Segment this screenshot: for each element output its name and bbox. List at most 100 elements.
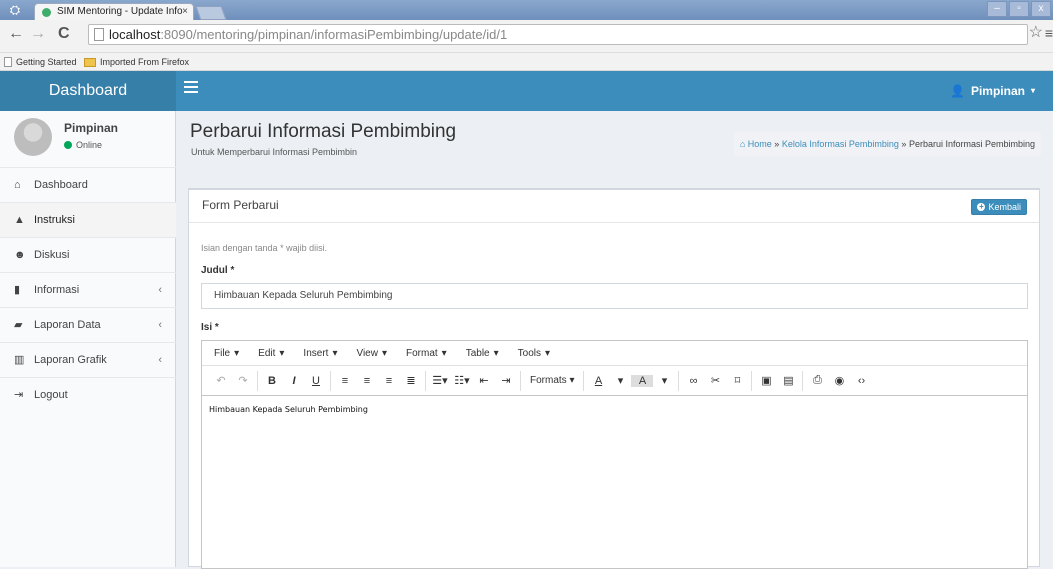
logo[interactable]: Dashboard (0, 71, 176, 111)
sidebar-item-instruksi[interactable]: ▲ Instruksi (0, 202, 176, 237)
sidebar-item-logout[interactable]: ⇥ Logout (0, 377, 176, 412)
caret-down-icon[interactable]: ▾ (609, 374, 631, 387)
online-status-icon (64, 141, 72, 149)
editor-menu-label: Tools (517, 347, 541, 359)
required-note: Isian dengan tanda * wajib diisi. (201, 243, 328, 253)
forward-arrow-icon[interactable]: → (30, 25, 46, 43)
print-icon[interactable]: ⎙ (806, 374, 828, 387)
outdent-icon[interactable]: ⇤ (473, 374, 495, 387)
sidebar-item-dashboard[interactable]: ⌂ Dashboard (0, 167, 176, 202)
browser-menu-icon[interactable]: ≡ (1045, 25, 1053, 41)
formats-dropdown[interactable]: Formats ▾ (524, 375, 580, 386)
top-navbar: 👤 Pimpinan ▾ (176, 71, 1053, 111)
status-label: Online (76, 140, 103, 150)
close-window-icon[interactable]: x (1031, 1, 1051, 17)
editor-menu-tools[interactable]: Tools ▾ (518, 348, 550, 359)
source-code-icon[interactable]: ‹› (850, 375, 872, 387)
caret-down-icon: ▾ (493, 347, 499, 359)
caret-down-icon[interactable]: ▾ (653, 374, 675, 387)
bookmark-icon[interactable]: ⌑ (726, 374, 748, 387)
reload-icon[interactable]: C (58, 25, 70, 43)
app-header: Dashboard 👤 Pimpinan ▾ (0, 71, 1053, 111)
sign-out-icon: ⇥ (14, 389, 24, 401)
preview-icon[interactable]: ◉ (828, 374, 850, 387)
sidebar-item-label: Dashboard (34, 179, 88, 191)
new-tab-button[interactable] (195, 6, 227, 20)
window-controls: – ▫ x (987, 1, 1051, 17)
toolbar-divider (802, 370, 804, 391)
align-center-icon[interactable]: ≡ (356, 375, 378, 387)
browser-titlebar: ⛭ SIM Mentoring - Update Info × – ▫ x (0, 0, 1053, 20)
media-icon[interactable]: ▤ (777, 374, 799, 387)
home-icon: ⌂ (14, 179, 21, 191)
sidebar-menu: ⌂ Dashboard ▲ Instruksi ☻ Diskusi ▮ Info… (0, 167, 176, 412)
align-right-icon[interactable]: ≡ (378, 375, 400, 387)
editor-menu-view[interactable]: View ▾ (356, 348, 387, 359)
editor-menu-format[interactable]: Format ▾ (406, 348, 447, 359)
user-menu-label: Pimpinan (970, 84, 1025, 98)
italic-icon[interactable]: I (283, 375, 305, 387)
caret-down-icon: ▾ (441, 347, 447, 359)
unlink-icon[interactable]: ✂ (704, 374, 726, 387)
sidebar-item-diskusi[interactable]: ☻ Diskusi (0, 237, 176, 272)
toolbar-divider (425, 370, 426, 391)
avatar (14, 118, 52, 156)
toolbar-divider (583, 370, 585, 391)
judul-input[interactable]: Himbauan Kepada Seluruh Pembimbing (201, 283, 1028, 309)
bullet-list-icon[interactable]: ☰▾ (429, 374, 451, 387)
bookmark-getting-started[interactable]: Getting Started (4, 53, 77, 71)
undo-icon[interactable]: ↶ (210, 374, 232, 387)
toolbar-divider (520, 370, 521, 391)
breadcrumb-home[interactable]: ⌂ Home (740, 139, 772, 149)
sidebar-item-laporan-data[interactable]: ▰ Laporan Data ‹ (0, 307, 176, 342)
text-color-icon[interactable]: A (587, 375, 609, 387)
align-justify-icon[interactable]: ≣ (400, 374, 422, 387)
numbered-list-icon[interactable]: ☷▾ (451, 374, 473, 387)
form-box: Form Perbarui + Kembali Isian dengan tan… (188, 188, 1040, 569)
address-bar[interactable]: localhost:8090/mentoring/pimpinan/inform… (88, 24, 1028, 45)
back-button[interactable]: + Kembali (971, 199, 1027, 215)
form-box-title: Form Perbarui (202, 198, 279, 212)
caret-down-icon: ▾ (234, 347, 240, 359)
minimize-icon[interactable]: – (987, 1, 1007, 17)
page-subtitle: Untuk Memperbarui Informasi Pembimbin (191, 147, 358, 157)
sidebar-user-status: Online (64, 140, 102, 150)
chevron-left-icon: ‹ (158, 319, 162, 331)
user-panel: Pimpinan Online (0, 111, 176, 167)
toolbar-divider (257, 370, 258, 391)
sidebar-item-laporan-grafik[interactable]: ▥ Laporan Grafik ‹ (0, 342, 176, 377)
user-menu-toggle[interactable]: 👤 Pimpinan ▾ (950, 71, 1035, 111)
sidebar-item-label: Logout (34, 389, 68, 401)
sidebar-item-informasi[interactable]: ▮ Informasi ‹ (0, 272, 176, 307)
indent-icon[interactable]: ⇥ (495, 374, 517, 387)
sidebar-item-label: Laporan Grafik (34, 354, 107, 366)
breadcrumb-link[interactable]: Kelola Informasi Pembimbing (782, 139, 899, 149)
image-icon[interactable]: ▣ (755, 374, 777, 387)
editor-menu-file[interactable]: File ▾ (214, 348, 239, 359)
bookmark-star-icon[interactable]: ☆ (1029, 22, 1043, 42)
bookmark-imported-from-firefox[interactable]: Imported From Firefox (84, 53, 189, 71)
editor-menu-insert[interactable]: Insert ▾ (303, 348, 337, 359)
back-arrow-icon[interactable]: ← (8, 25, 24, 43)
caret-down-icon: ▾ (545, 347, 551, 359)
editor-menu-table[interactable]: Table ▾ (466, 348, 499, 359)
background-color-icon[interactable]: A (631, 374, 654, 387)
link-icon[interactable]: ∞ (682, 375, 704, 387)
editor-menu-edit[interactable]: Edit ▾ (258, 348, 284, 359)
maximize-icon[interactable]: ▫ (1009, 1, 1029, 17)
underline-icon[interactable]: U (305, 375, 327, 387)
bookmark-label: Getting Started (16, 57, 77, 67)
breadcrumb-home-label: Home (747, 139, 772, 149)
rich-text-editor: File ▾ Edit ▾ Insert ▾ View ▾ Format ▾ Table ▾… (201, 340, 1028, 569)
browser-tab[interactable]: SIM Mentoring - Update Info × (34, 3, 194, 20)
redo-icon[interactable]: ↷ (232, 374, 254, 387)
chevron-left-icon: ‹ (158, 354, 162, 366)
url-host: localhost (109, 27, 161, 42)
editor-content[interactable]: Himbauan Kepada Seluruh Pembimbing (209, 405, 368, 414)
chevron-left-icon: ‹ (158, 284, 162, 296)
hamburger-icon[interactable] (184, 81, 198, 93)
bold-icon[interactable]: B (261, 375, 283, 387)
align-left-icon[interactable]: ≡ (334, 375, 356, 387)
tab-close-icon[interactable]: × (182, 4, 188, 20)
editor-menu-label: Insert (303, 347, 329, 359)
